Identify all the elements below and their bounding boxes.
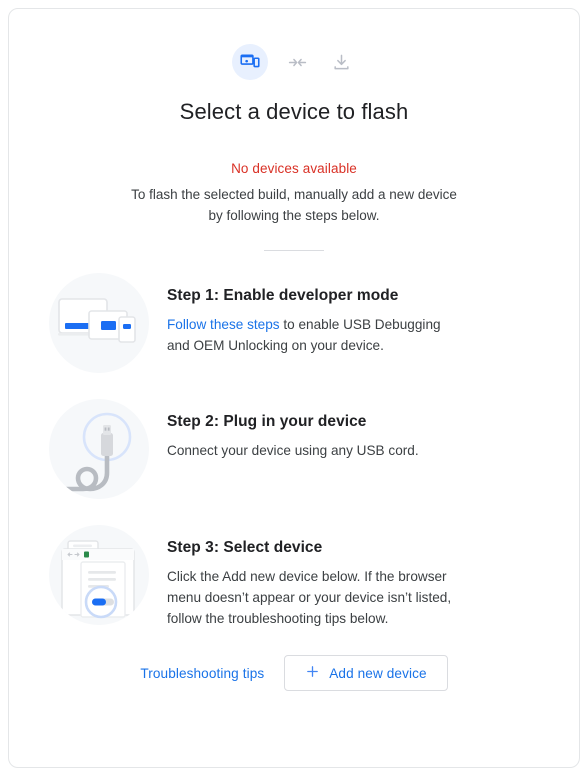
card-content: Select a device to flash No devices avai…	[9, 9, 579, 691]
list-item: Step 1: Enable developer mode Follow the…	[49, 273, 539, 373]
browser-picker-illustration	[49, 525, 149, 625]
device-flash-card: Select a device to flash No devices avai…	[8, 8, 580, 768]
add-new-device-label: Add new device	[329, 665, 427, 681]
usb-cable-illustration	[49, 399, 149, 499]
flash-progress-icons	[49, 39, 539, 85]
list-item: Step 2: Plug in your device Connect your…	[49, 399, 539, 499]
step-title: Step 1: Enable developer mode	[167, 287, 399, 304]
page-title: Select a device to flash	[179, 99, 409, 124]
status-description: To flash the selected build, manually ad…	[131, 187, 457, 223]
devices-illustration	[49, 273, 149, 373]
troubleshooting-tips-link[interactable]: Troubleshooting tips	[140, 666, 264, 681]
step-description: Follow these steps to enable USB Debuggi…	[167, 314, 462, 356]
follow-these-steps-link[interactable]: Follow these steps	[167, 317, 280, 332]
devices-icon[interactable]	[232, 44, 268, 80]
step-title: Step 2: Plug in your device	[167, 413, 367, 430]
plus-icon	[305, 664, 320, 682]
step-content: Step 3: Select device Click the Add new …	[167, 525, 539, 629]
step-description: Click the Add new device below. If the b…	[167, 569, 452, 626]
list-item: Step 3: Select device Click the Add new …	[49, 525, 539, 629]
steps-list: Step 1: Enable developer mode Follow the…	[49, 273, 539, 629]
step-content: Step 1: Enable developer mode Follow the…	[167, 273, 539, 356]
connect-arrows-icon[interactable]	[282, 47, 312, 77]
step-description: Connect your device using any USB cord.	[167, 443, 419, 458]
add-new-device-button[interactable]: Add new device	[284, 655, 448, 691]
section-divider	[264, 250, 324, 251]
status-badge: No devices available	[231, 161, 357, 176]
device-status-block: No devices available To flash the select…	[49, 161, 539, 251]
footer-actions: Troubleshooting tips Add new device	[49, 655, 539, 691]
download-icon[interactable]	[326, 47, 356, 77]
step-content: Step 2: Plug in your device Connect your…	[167, 399, 539, 461]
step-title: Step 3: Select device	[167, 539, 323, 556]
